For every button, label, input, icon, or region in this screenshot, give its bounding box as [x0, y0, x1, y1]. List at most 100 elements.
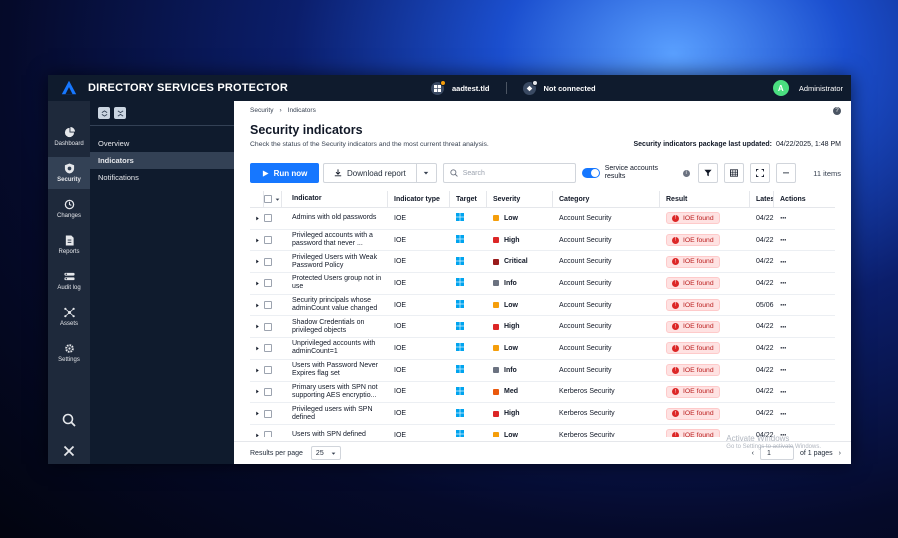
- nav-audit-log[interactable]: Audit log: [48, 265, 90, 297]
- collapse-nav-button[interactable]: [48, 445, 90, 457]
- row-actions-button[interactable]: ···: [774, 387, 819, 396]
- subnav-indicators[interactable]: Indicators: [90, 152, 234, 169]
- row-checkbox[interactable]: [264, 387, 272, 396]
- avatar[interactable]: A: [772, 80, 789, 96]
- indicator-name[interactable]: Shadow Credentials on privileged objects: [282, 319, 388, 335]
- row-actions-button[interactable]: ···: [774, 301, 819, 310]
- row-select[interactable]: [264, 214, 282, 223]
- nav-changes[interactable]: Changes: [48, 193, 90, 225]
- expand-row-button[interactable]: [250, 303, 264, 308]
- breadcrumb-root[interactable]: Security: [250, 107, 273, 114]
- table-row[interactable]: Admins with old passwords IOE Low Account S…: [250, 208, 835, 230]
- filter-button[interactable]: [697, 163, 718, 183]
- expand-row-button[interactable]: [250, 411, 264, 416]
- table-row[interactable]: Privileged users with SPN defined IOE High…: [250, 403, 835, 425]
- domain-name[interactable]: aadtest.tld: [452, 84, 490, 93]
- row-actions-button[interactable]: ···: [774, 366, 819, 375]
- row-select[interactable]: [264, 279, 282, 288]
- indicator-name[interactable]: Security principals whose adminCount val…: [282, 297, 388, 313]
- select-all-checkbox[interactable]: [264, 195, 272, 203]
- row-checkbox[interactable]: [264, 344, 272, 353]
- column-header-target[interactable]: Target: [450, 191, 487, 208]
- header-select[interactable]: [264, 191, 282, 208]
- row-actions-button[interactable]: ···: [774, 236, 819, 245]
- global-search-button[interactable]: [48, 413, 90, 427]
- row-actions-button[interactable]: ···: [774, 279, 819, 288]
- indicator-name[interactable]: Unprivileged accounts with adminCount=1: [282, 340, 388, 356]
- expand-row-button[interactable]: [250, 346, 264, 351]
- column-header-severity[interactable]: Severity: [487, 191, 553, 208]
- table-row[interactable]: Users with Password Never Expires flag s…: [250, 360, 835, 382]
- rows-per-page-select[interactable]: 25: [310, 446, 341, 460]
- row-checkbox[interactable]: [264, 431, 272, 437]
- table-row[interactable]: Shadow Credentials on privileged objects…: [250, 316, 835, 339]
- user-menu[interactable]: A Administrator: [772, 75, 843, 101]
- download-options-button[interactable]: [415, 164, 436, 182]
- indicator-name[interactable]: Admins with old passwords: [282, 214, 388, 222]
- subnav-overview[interactable]: Overview: [90, 135, 234, 152]
- indicator-name[interactable]: Primary users with SPN not supporting AE…: [282, 384, 388, 400]
- row-select[interactable]: [264, 366, 282, 375]
- run-now-button[interactable]: Run now: [250, 163, 319, 183]
- row-checkbox[interactable]: [264, 322, 272, 331]
- next-page-button[interactable]: ›: [839, 450, 841, 457]
- table-row[interactable]: Security principals whose adminCount val…: [250, 295, 835, 317]
- indicator-name[interactable]: Users with Password Never Expires flag s…: [282, 362, 388, 378]
- indicator-name[interactable]: Privileged users with SPN defined: [282, 406, 388, 422]
- table-row[interactable]: Primary users with SPN not supporting AE…: [250, 382, 835, 404]
- row-checkbox[interactable]: [264, 409, 272, 418]
- table-row[interactable]: Protected Users group not in use IOE Info A…: [250, 273, 835, 295]
- row-checkbox[interactable]: [264, 257, 272, 266]
- expand-row-button[interactable]: [250, 324, 264, 329]
- service-accounts-toggle[interactable]: [581, 168, 600, 178]
- row-select[interactable]: [264, 301, 282, 310]
- row-select[interactable]: [264, 387, 282, 396]
- help-icon[interactable]: ?: [833, 107, 841, 115]
- expand-row-button[interactable]: [250, 259, 264, 264]
- caret-down-icon[interactable]: [275, 197, 280, 202]
- nav-reports[interactable]: Reports: [48, 229, 90, 261]
- expand-row-button[interactable]: [250, 433, 264, 437]
- row-checkbox[interactable]: [264, 366, 272, 375]
- column-header-indicator-type[interactable]: Indicator type: [388, 191, 450, 208]
- expand-row-button[interactable]: [250, 238, 264, 243]
- row-select[interactable]: [264, 322, 282, 331]
- columns-button[interactable]: [723, 163, 744, 183]
- row-actions-button[interactable]: ···: [774, 322, 819, 331]
- table-row[interactable]: Unprivileged accounts with adminCount=1 I…: [250, 338, 835, 360]
- more-options-button[interactable]: ···: [775, 163, 796, 183]
- row-actions-button[interactable]: ···: [774, 344, 819, 353]
- row-checkbox[interactable]: [264, 214, 272, 223]
- column-header-indicator[interactable]: Indicator: [282, 191, 388, 208]
- row-select[interactable]: [264, 257, 282, 266]
- nav-security[interactable]: Security: [48, 157, 90, 189]
- row-actions-button[interactable]: ···: [774, 214, 819, 223]
- nav-assets[interactable]: Assets: [48, 301, 90, 333]
- download-report-main[interactable]: Download report: [324, 164, 416, 182]
- download-report-button[interactable]: Download report: [323, 163, 437, 183]
- fullscreen-button[interactable]: [749, 163, 770, 183]
- expand-row-button[interactable]: [250, 389, 264, 394]
- row-actions-button[interactable]: ···: [774, 409, 819, 418]
- row-checkbox[interactable]: [264, 301, 272, 310]
- indicator-name[interactable]: Users with SPN defined: [282, 431, 388, 437]
- table-row[interactable]: Privileged Users with Weak Password Poli…: [250, 251, 835, 274]
- row-select[interactable]: [264, 431, 282, 437]
- column-header-result[interactable]: Result: [660, 191, 750, 208]
- row-select[interactable]: [264, 344, 282, 353]
- row-select[interactable]: [264, 236, 282, 245]
- expand-row-button[interactable]: [250, 368, 264, 373]
- column-header-latest[interactable]: Lates: [750, 191, 774, 208]
- row-checkbox[interactable]: [264, 236, 272, 245]
- column-header-category[interactable]: Category: [553, 191, 660, 208]
- nav-dashboard[interactable]: Dashboard: [48, 121, 90, 153]
- indicator-name[interactable]: Protected Users group not in use: [282, 275, 388, 291]
- table-row[interactable]: Privileged accounts with a password that…: [250, 230, 835, 252]
- subnav-notifications[interactable]: Notifications: [90, 169, 234, 186]
- indicator-name[interactable]: Privileged Users with Weak Password Poli…: [282, 254, 388, 270]
- expand-all-button[interactable]: [98, 107, 110, 119]
- collapse-all-button[interactable]: [114, 107, 126, 119]
- expand-row-button[interactable]: [250, 216, 264, 221]
- row-actions-button[interactable]: ···: [774, 257, 819, 266]
- row-checkbox[interactable]: [264, 279, 272, 288]
